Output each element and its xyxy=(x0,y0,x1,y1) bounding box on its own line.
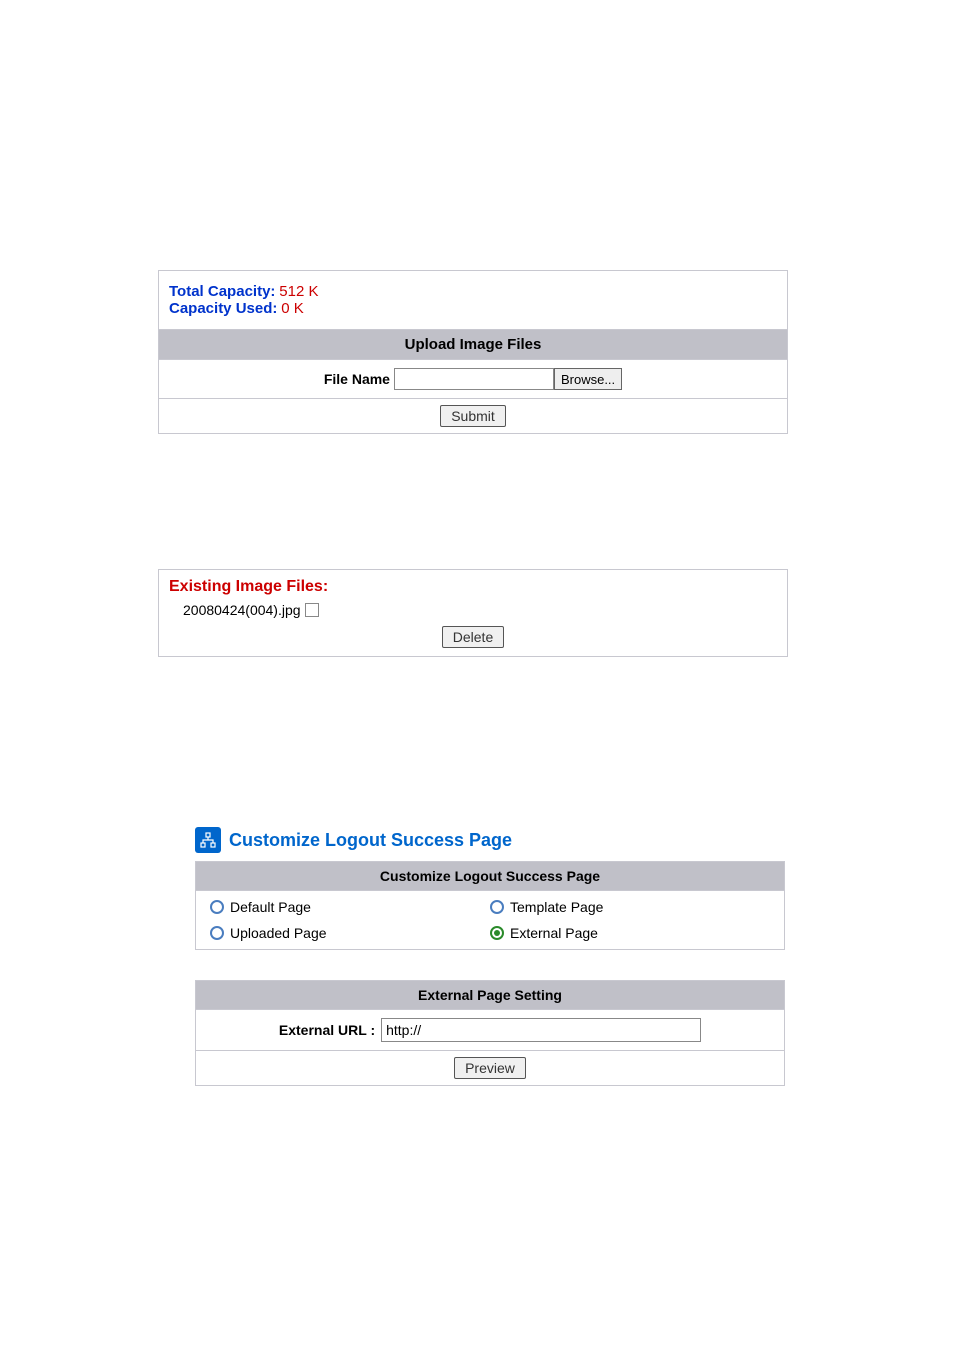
existing-file-checkbox[interactable] xyxy=(305,603,319,617)
radio-label: Template Page xyxy=(510,899,603,915)
radio-label: External Page xyxy=(510,925,598,941)
preview-row: Preview xyxy=(196,1051,784,1085)
radio-label: Default Page xyxy=(230,899,311,915)
radio-label: Uploaded Page xyxy=(230,925,327,941)
preview-button[interactable]: Preview xyxy=(454,1057,526,1079)
existing-panel: Existing Image Files: 20080424(004).jpg … xyxy=(158,569,788,657)
url-row: External URL : xyxy=(196,1010,784,1051)
total-capacity-value: 512 K xyxy=(279,283,318,300)
upload-panel: Total Capacity: 512 K Capacity Used: 0 K… xyxy=(158,270,788,434)
radio-icon xyxy=(490,926,504,940)
upload-header: Upload Image Files xyxy=(159,330,787,360)
customize-icon xyxy=(195,827,221,853)
section-title-wrap: Customize Logout Success Page xyxy=(195,827,954,853)
section-title: Customize Logout Success Page xyxy=(229,830,512,851)
submit-row: Submit xyxy=(159,399,787,433)
capacity-used-value: 0 K xyxy=(281,300,304,317)
customize-panel: Customize Logout Success Page Default Pa… xyxy=(195,861,785,950)
capacity-used-label: Capacity Used: xyxy=(169,300,277,317)
file-name-input[interactable] xyxy=(394,368,554,390)
browse-button[interactable]: Browse... xyxy=(554,368,622,390)
existing-file-name: 20080424(004).jpg xyxy=(183,602,301,618)
delete-button[interactable]: Delete xyxy=(442,626,504,648)
radio-external-page[interactable]: External Page xyxy=(490,925,770,941)
capacity-row: Total Capacity: 512 K Capacity Used: 0 K xyxy=(159,271,787,330)
external-url-label: External URL : xyxy=(279,1022,375,1038)
file-name-label: File Name xyxy=(324,371,390,387)
delete-row: Delete xyxy=(169,624,777,648)
existing-title: Existing Image Files: xyxy=(169,578,777,596)
external-url-input[interactable] xyxy=(381,1018,701,1042)
file-row: File Name Browse... xyxy=(159,360,787,399)
radio-default-page[interactable]: Default Page xyxy=(210,899,490,915)
submit-button[interactable]: Submit xyxy=(440,405,506,427)
radio-grid: Default Page Template Page Uploaded Page… xyxy=(196,891,784,949)
existing-file-row: 20080424(004).jpg xyxy=(169,600,777,624)
external-header: External Page Setting xyxy=(196,981,784,1010)
radio-icon xyxy=(210,926,224,940)
radio-icon xyxy=(210,900,224,914)
radio-icon xyxy=(490,900,504,914)
radio-template-page[interactable]: Template Page xyxy=(490,899,770,915)
radio-uploaded-page[interactable]: Uploaded Page xyxy=(210,925,490,941)
customize-header: Customize Logout Success Page xyxy=(196,862,784,891)
external-panel: External Page Setting External URL : Pre… xyxy=(195,980,785,1086)
total-capacity-label: Total Capacity: xyxy=(169,283,275,300)
